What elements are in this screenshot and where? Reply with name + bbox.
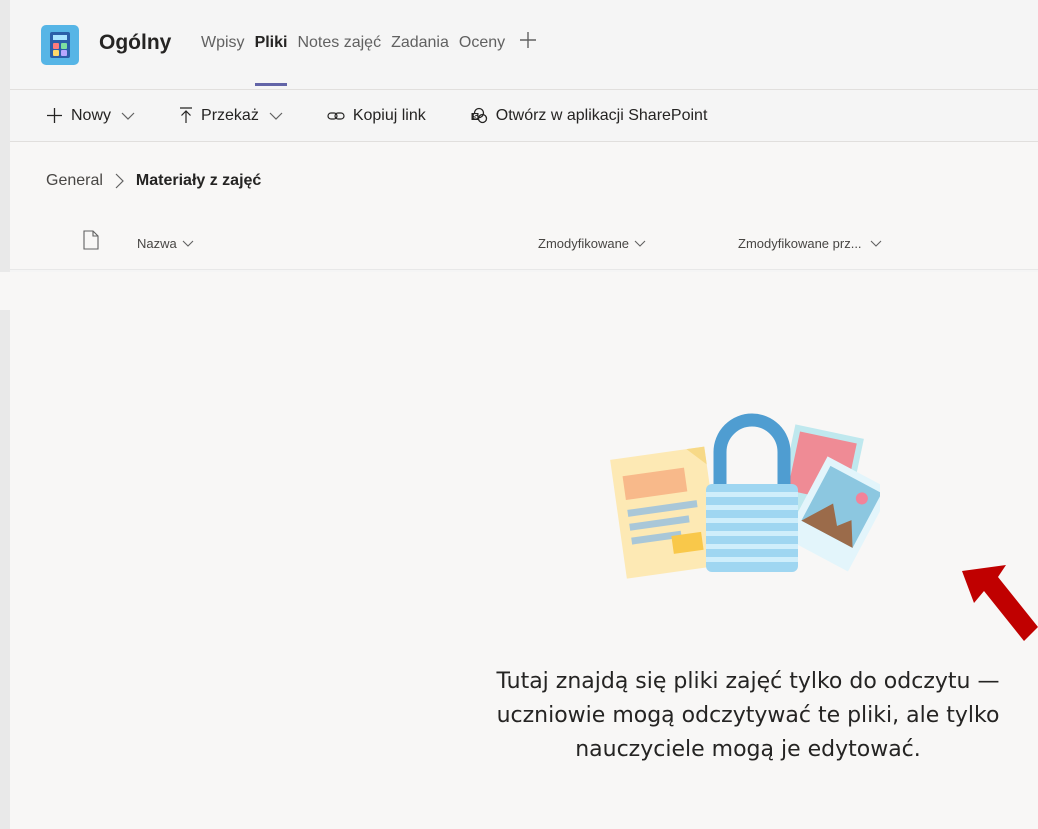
new-button-label: Nowy — [71, 106, 112, 124]
column-name-label: Nazwa — [137, 236, 177, 251]
column-modified-label: Zmodyfikowane — [538, 236, 630, 251]
files-app: Ogólny Wpisy Pliki Notes zajęć Zadania O… — [10, 0, 1038, 829]
svg-text:S: S — [473, 112, 478, 120]
upload-icon — [179, 107, 193, 124]
tab-oceny[interactable]: Oceny — [459, 34, 505, 90]
breadcrumb: General Materiały z zajęć — [10, 142, 1038, 222]
breadcrumb-root[interactable]: General — [46, 172, 103, 190]
chevron-down-icon — [182, 240, 194, 247]
calculator-team-icon — [41, 25, 79, 65]
breadcrumb-current: Materiały z zajęć — [135, 172, 262, 189]
left-edge-strip — [0, 0, 10, 829]
upload-button-label: Przekaż — [201, 106, 259, 124]
locked-files-illustration — [610, 412, 892, 587]
upload-button[interactable]: Przekaż — [179, 107, 283, 125]
tab-zadania[interactable]: Zadania — [391, 34, 449, 90]
channel-tabs: Wpisy Pliki Notes zajęć Zadania Oceny — [201, 32, 537, 90]
plus-icon — [46, 107, 63, 124]
channel-header: Ogólny Wpisy Pliki Notes zajęć Zadania O… — [10, 0, 1038, 90]
chevron-down-icon — [269, 112, 283, 120]
copy-link-button[interactable]: Kopiuj link — [327, 107, 426, 125]
sharepoint-icon: S — [470, 107, 488, 125]
column-modified[interactable]: Zmodyfikowane — [538, 236, 646, 251]
copy-link-label: Kopiuj link — [352, 106, 426, 124]
file-type-icon[interactable] — [83, 230, 99, 255]
empty-state: Tutaj znajdą się pliki zajęć tylko do od… — [10, 272, 1038, 829]
column-modified-by[interactable]: Zmodyfikowane prz... — [738, 236, 882, 251]
chevron-down-icon — [870, 240, 882, 247]
open-sharepoint-label: Otwórz w aplikacji SharePoint — [495, 106, 708, 124]
file-list-header: Nazwa Zmodyfikowane Zmodyfikowane prz... — [10, 222, 1038, 270]
tab-wpisy[interactable]: Wpisy — [201, 34, 245, 90]
chevron-down-icon — [634, 240, 646, 247]
red-arrow-annotation — [962, 565, 1038, 652]
new-button[interactable]: Nowy — [46, 107, 135, 125]
empty-state-message: Tutaj znajdą się pliki zajęć tylko do od… — [496, 669, 1000, 762]
column-name[interactable]: Nazwa — [137, 236, 194, 251]
tab-notes[interactable]: Notes zajęć — [297, 34, 381, 90]
tab-pliki[interactable]: Pliki — [254, 34, 287, 90]
chevron-right-icon — [115, 173, 124, 189]
plus-icon[interactable] — [519, 28, 537, 84]
command-bar: Nowy Przekaż Kopiuj link S Otwórz w apli… — [10, 90, 1038, 142]
link-icon — [327, 110, 345, 122]
open-sharepoint-button[interactable]: S Otwórz w aplikacji SharePoint — [470, 106, 708, 125]
channel-title: Ogólny — [99, 31, 172, 54]
chevron-down-icon — [121, 112, 135, 120]
column-modified-by-label: Zmodyfikowane prz... — [738, 236, 862, 251]
